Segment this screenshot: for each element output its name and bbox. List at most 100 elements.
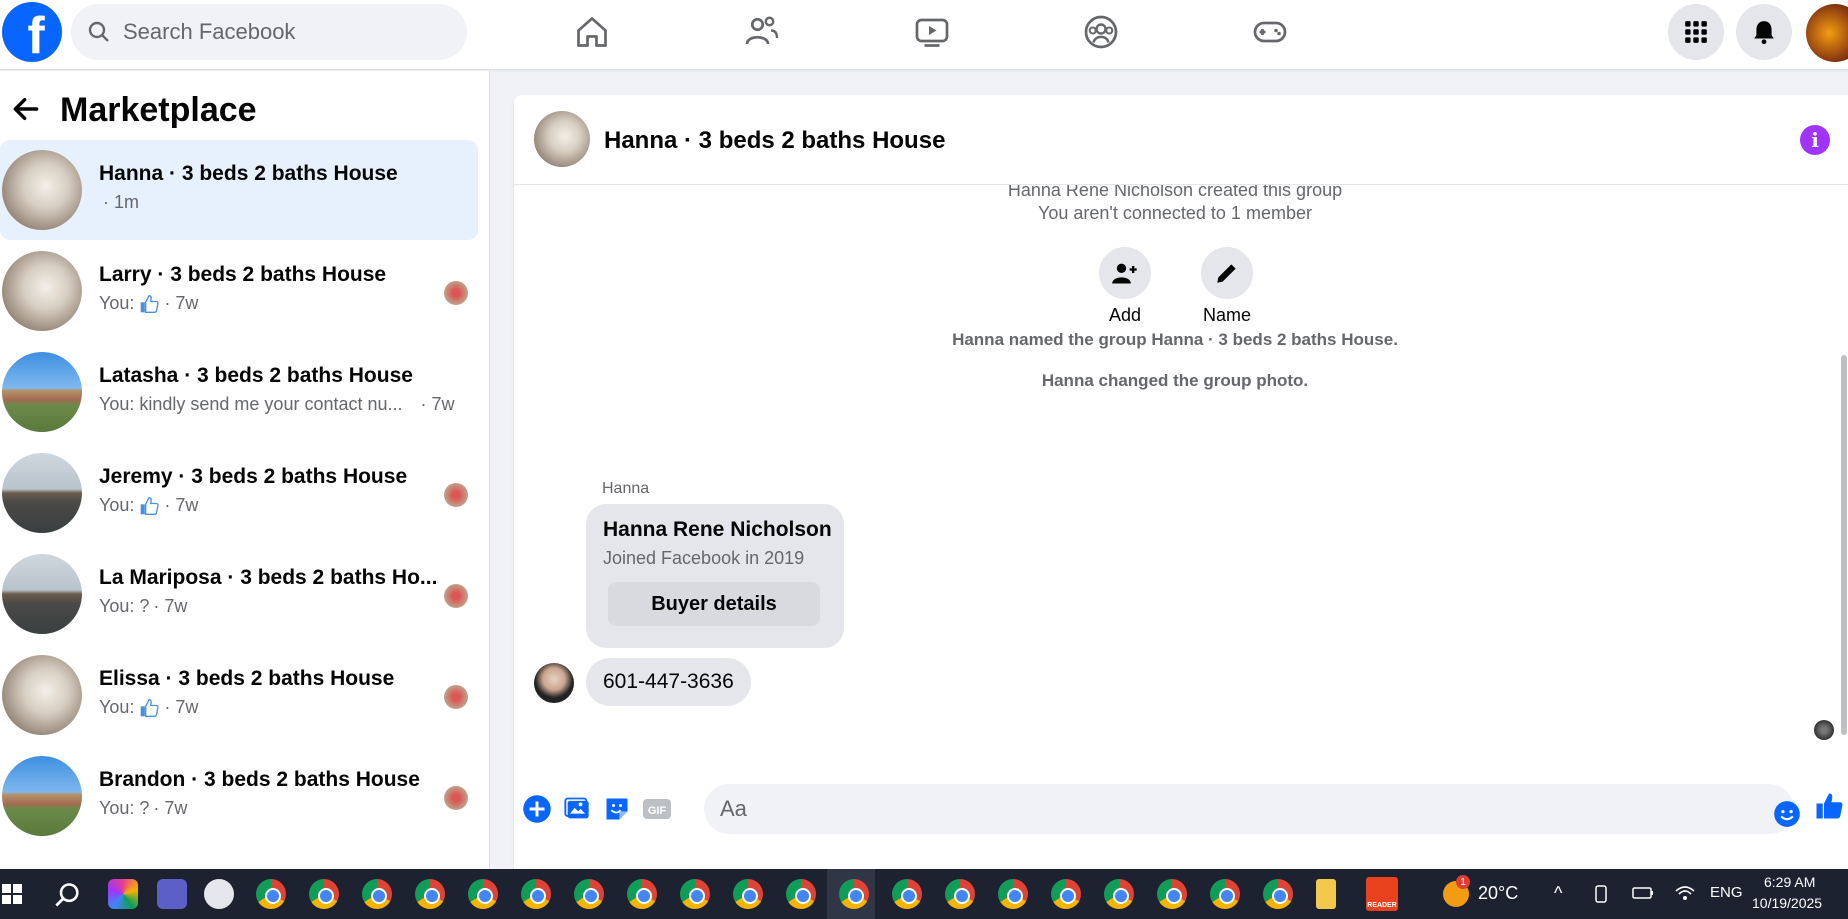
- add-member-button[interactable]: [1099, 247, 1151, 299]
- chrome-window-icon[interactable]: [1263, 879, 1293, 909]
- conversation-name: Jeremy · 3 beds 2 baths House: [99, 465, 408, 488]
- clock-date[interactable]: 10/19/2025: [1752, 895, 1822, 911]
- plus-icon[interactable]: [522, 794, 552, 824]
- conversation-item[interactable]: Larry · 3 beds 2 baths House You: · 7w: [0, 241, 478, 341]
- conversation-preview-line: You: ? · 7w: [99, 596, 187, 617]
- chrome-window-icon[interactable]: [786, 879, 816, 909]
- conversation-time: · 7w: [420, 394, 455, 414]
- watch-icon[interactable]: [910, 10, 954, 54]
- snipping-tool-icon[interactable]: [204, 879, 234, 909]
- chrome-window-icon[interactable]: [256, 879, 286, 909]
- chrome-window-icon[interactable]: [733, 879, 763, 909]
- sidebar-header: Marketplace: [0, 71, 490, 141]
- emoji-icon[interactable]: [1772, 799, 1802, 829]
- chat-header: Hanna · 3 beds 2 baths House i: [514, 95, 1848, 185]
- language-indicator[interactable]: ENG: [1710, 884, 1743, 901]
- pencil-icon: [1217, 264, 1236, 283]
- listing-thumbnail: [2, 554, 82, 634]
- chrome-window-icon[interactable]: [1051, 879, 1081, 909]
- photo-icon[interactable]: [562, 794, 592, 824]
- sender-avatar[interactable]: [534, 663, 574, 703]
- chrome-window-icon[interactable]: [362, 879, 392, 909]
- conversation-preview-line: · 1m: [99, 192, 139, 213]
- bell-icon[interactable]: [1736, 4, 1792, 60]
- profile-avatar[interactable]: [1806, 4, 1848, 62]
- name-group-button[interactable]: [1201, 247, 1253, 299]
- reader-app-icon[interactable]: READER: [1366, 877, 1398, 911]
- teams-icon[interactable]: [157, 879, 187, 909]
- back-arrow-icon[interactable]: [10, 93, 42, 125]
- battery-icon[interactable]: [1632, 886, 1654, 900]
- facebook-logo[interactable]: f: [2, 2, 62, 62]
- seen-indicator-avatar: [1814, 720, 1834, 740]
- message-input[interactable]: [704, 784, 1794, 834]
- conversation-name: La Mariposa · 3 beds 2 baths Ho...: [99, 566, 438, 589]
- listing-thumbnail: [2, 352, 82, 432]
- conversation-item[interactable]: Elissa · 3 beds 2 baths House You: · 7w: [0, 645, 478, 745]
- conversation-preview: You:: [99, 697, 135, 717]
- chrome-window-icon[interactable]: [945, 879, 975, 909]
- friends-icon[interactable]: [740, 10, 784, 54]
- windows-taskbar: READER 1 20°C ^ ENG 6:29 AM 10/19/2025: [0, 869, 1848, 919]
- conversation-preview: You:: [99, 293, 135, 313]
- chrome-window-icon[interactable]: [468, 879, 498, 909]
- taskbar-search-icon[interactable]: [54, 881, 82, 909]
- device-icon[interactable]: [1592, 884, 1610, 904]
- conversation-item[interactable]: Jeremy · 3 beds 2 baths House You: · 7w: [0, 443, 478, 543]
- chevron-up-icon[interactable]: ^: [1554, 883, 1562, 904]
- gif-icon[interactable]: GIF: [642, 794, 672, 824]
- chrome-window-icon[interactable]: [1104, 879, 1134, 909]
- profile-card: Hanna Rene Nicholson Joined Facebook in …: [586, 504, 844, 648]
- conversation-preview-line: You: · 7w: [99, 293, 198, 314]
- conversation-name: Hanna · 3 beds 2 baths House: [99, 162, 398, 185]
- chat-title[interactable]: Hanna · 3 beds 2 baths House: [604, 127, 945, 155]
- conversation-name: Brandon · 3 beds 2 baths House: [99, 768, 420, 791]
- chrome-window-icon[interactable]: [415, 879, 445, 909]
- chrome-window-icon[interactable]: [309, 879, 339, 909]
- chrome-window-icon[interactable]: [892, 879, 922, 909]
- sticker-icon[interactable]: [602, 794, 632, 824]
- groups-icon[interactable]: [1079, 10, 1123, 54]
- conversation-time: · 7w: [153, 596, 188, 616]
- scrollbar-thumb[interactable]: [1841, 355, 1847, 735]
- search-icon: [88, 21, 109, 42]
- listing-thumbnail: [2, 150, 82, 230]
- message-bubble[interactable]: 601-447-3636: [586, 658, 751, 706]
- chrome-window-icon[interactable]: [1157, 879, 1187, 909]
- seen-avatar: [444, 281, 468, 305]
- conversation-item[interactable]: La Mariposa · 3 beds 2 baths Ho... You: ?…: [0, 544, 478, 644]
- chrome-window-icon[interactable]: [998, 879, 1028, 909]
- gaming-icon[interactable]: [1248, 10, 1292, 54]
- clock-time[interactable]: 6:29 AM: [1764, 874, 1815, 890]
- chrome-window-icon-active[interactable]: [839, 879, 869, 909]
- menu-grid-icon[interactable]: [1668, 4, 1724, 60]
- chat-avatar[interactable]: [534, 111, 590, 167]
- top-navigation-bar: f Search Facebook: [0, 0, 1848, 70]
- conversation-item[interactable]: Brandon · 3 beds 2 baths House You: ? · 7w: [0, 746, 478, 846]
- wifi-icon[interactable]: [1674, 883, 1696, 903]
- conversation-item[interactable]: Latasha · 3 beds 2 baths House You: kindl…: [0, 342, 478, 442]
- like-thumb-icon[interactable]: [1814, 791, 1844, 821]
- info-icon[interactable]: i: [1800, 125, 1830, 155]
- windows-start-icon[interactable]: [2, 884, 22, 904]
- file-explorer-icon[interactable]: [1316, 879, 1336, 909]
- copilot-icon[interactable]: [108, 879, 138, 909]
- search-bar[interactable]: Search Facebook: [71, 4, 467, 60]
- conversation-name: Latasha · 3 beds 2 baths House: [99, 364, 413, 387]
- chrome-window-icon[interactable]: [574, 879, 604, 909]
- weather-badge: 1: [1456, 875, 1470, 889]
- conversation-preview: You:: [99, 495, 135, 515]
- listing-thumbnail: [2, 655, 82, 735]
- home-icon[interactable]: [570, 10, 614, 54]
- conversation-time: · 1m: [103, 192, 139, 212]
- conversation-item[interactable]: Hanna · 3 beds 2 baths House · 1m: [0, 140, 478, 240]
- buyer-details-button[interactable]: Buyer details: [608, 582, 820, 626]
- conversation-time: · 7w: [164, 495, 199, 515]
- chrome-window-icon[interactable]: [521, 879, 551, 909]
- chrome-window-icon[interactable]: [1210, 879, 1240, 909]
- chat-panel: Hanna · 3 beds 2 baths House i Hanna Ren…: [514, 95, 1848, 869]
- chrome-window-icon[interactable]: [680, 879, 710, 909]
- temperature-text[interactable]: 20°C: [1478, 883, 1518, 904]
- seen-avatar: [444, 786, 468, 810]
- chrome-window-icon[interactable]: [627, 879, 657, 909]
